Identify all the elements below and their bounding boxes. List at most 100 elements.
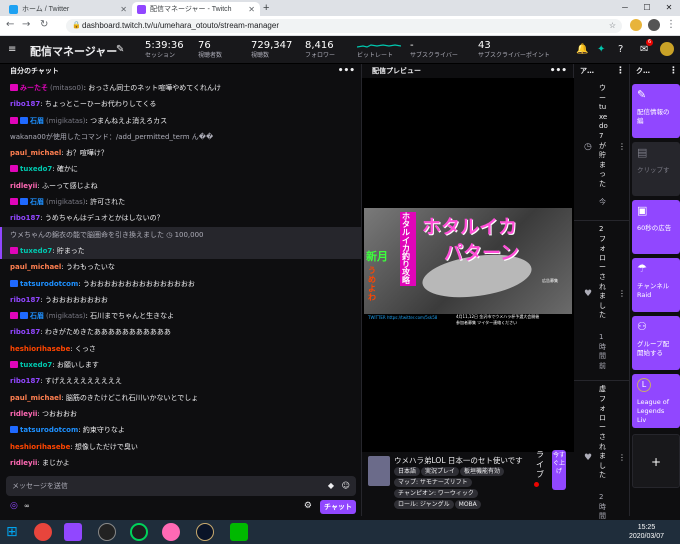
edit-pencil-icon[interactable]: ✎	[116, 44, 124, 55]
chrome-icon[interactable]	[34, 523, 52, 541]
bell-icon[interactable]: 🔔	[576, 44, 588, 55]
chat-username[interactable]: 石眉	[30, 312, 44, 320]
browser-menu-icon[interactable]: ⋮	[666, 19, 676, 30]
vip-badge-icon[interactable]	[10, 84, 18, 91]
league-taskbar-icon[interactable]	[196, 523, 214, 541]
extension-icon[interactable]	[630, 19, 642, 31]
chat-username[interactable]: paul_michael	[10, 263, 61, 271]
stream-video-player[interactable]: ホタルイカ釣り攻略 ホタルイカ パターン 新月 うめよわ 広告募集 TWITTE…	[362, 78, 574, 452]
stream-title[interactable]: ウメハラ弟LOL 日本一のセト使いです	[394, 455, 534, 466]
sub-badge-icon[interactable]	[10, 279, 18, 287]
vip-badge-icon[interactable]	[10, 116, 18, 124]
chat-settings-icon[interactable]: ⚙	[304, 501, 312, 511]
chat-username[interactable]: ribo187	[10, 377, 40, 385]
new-tab-button[interactable]: +	[263, 2, 269, 14]
sub-badge-icon[interactable]	[20, 312, 28, 320]
chat-message-list[interactable]: みーたそ (mitaso0): おっさん同士のネット喧嘩やめてくれんけ ribo18…	[0, 80, 362, 471]
chat-message[interactable]: ribo187: わきがためきたあああああああああああ	[0, 324, 362, 340]
channel-points-icon[interactable]: ◎	[10, 501, 18, 511]
chat-username[interactable]: tatsurodotcom	[20, 426, 78, 434]
activity-item[interactable]: ♥ 2 フォロー されました 1時間前 ⋮	[574, 220, 630, 370]
chat-username[interactable]: ridleyii	[10, 459, 37, 467]
close-window-icon[interactable]: ✕	[658, 0, 680, 16]
chat-message[interactable]: 石眉 (migikatas): つまんねえよ消えろカス	[0, 113, 362, 129]
more-options-icon[interactable]: ⋮	[616, 64, 625, 78]
chat-username[interactable]: tuxedo7	[20, 165, 52, 173]
chat-username[interactable]: heshiorihasebe	[10, 345, 70, 353]
chat-system-message[interactable]: ウメちゃんの錦衣の能で脳圏命を引き換えました ◷ 100,000	[0, 226, 362, 243]
vip-badge-icon[interactable]	[10, 246, 18, 254]
stream-tag[interactable]: 実況プレイ	[421, 467, 460, 476]
line-app-icon[interactable]	[230, 523, 248, 541]
chat-message[interactable]: ridleyii: まじかよ	[0, 455, 362, 471]
forward-icon[interactable]: →	[22, 19, 30, 30]
sub-badge-icon[interactable]	[20, 198, 28, 206]
more-options-icon[interactable]: ⋮	[618, 142, 626, 151]
more-options-icon[interactable]: ⋮	[669, 64, 678, 78]
twitch-taskbar-icon[interactable]	[64, 523, 82, 541]
chat-message[interactable]: ribo187: うめちゃんはデュオとかはしないの？	[0, 210, 362, 226]
chat-username[interactable]: 石眉	[30, 198, 44, 206]
chat-message[interactable]: ribo187: すげえええええええええ	[0, 373, 362, 389]
activity-item[interactable]: ♥ 虚 フォロー されました 2時間前 ⋮	[574, 380, 630, 530]
bookmark-star-icon[interactable]: ☆	[609, 19, 616, 33]
chat-message[interactable]: ridleyii: ふーって感じよね	[0, 178, 362, 194]
chat-username[interactable]: paul_michael	[10, 149, 61, 157]
chat-username[interactable]: みーたそ	[20, 84, 48, 92]
quick-action-run-ad[interactable]: ▣ 60秒の広告	[632, 200, 680, 254]
system-clock[interactable]: 15:25 2020/03/07	[629, 523, 664, 541]
chat-send-button[interactable]: チャット	[320, 500, 356, 514]
chat-username[interactable]: tuxedo7	[20, 361, 52, 369]
chat-message[interactable]: ribo187: うおおおおおおおお	[0, 292, 362, 308]
green-app-icon[interactable]	[130, 523, 148, 541]
tab-stream-manager[interactable]: 配信マネージャー - Twitch ✕	[132, 2, 260, 16]
close-tab-icon[interactable]: ✕	[120, 5, 127, 14]
stream-tag[interactable]: ロール: ジャングル	[394, 500, 454, 509]
sub-badge-icon[interactable]	[20, 116, 28, 124]
vip-badge-icon[interactable]	[10, 198, 18, 206]
minimize-icon[interactable]: ─	[614, 0, 636, 16]
chat-username[interactable]: ribo187	[10, 328, 40, 336]
chat-username[interactable]: ribo187	[10, 296, 40, 304]
chat-message[interactable]: tatsurodotcom: 約束守りなよ	[0, 422, 362, 438]
more-options-icon[interactable]: ⋮	[618, 289, 626, 298]
profile-avatar[interactable]	[648, 19, 660, 31]
chat-message[interactable]: 石眉 (migikatas): 許可された	[0, 194, 362, 210]
sparkle-icon[interactable]: ✦	[597, 44, 605, 55]
chat-username[interactable]: tuxedo7	[20, 247, 52, 255]
quick-action-lol-extension[interactable]: L League of Legends Liv	[632, 374, 680, 428]
stream-tag[interactable]: 日本語	[394, 467, 421, 476]
obs-icon[interactable]	[98, 523, 116, 541]
chat-username[interactable]: ridleyii	[10, 410, 37, 418]
chat-message[interactable]: paul_michael: うわもったいな	[0, 259, 362, 275]
reload-icon[interactable]: ↻	[40, 19, 48, 30]
chat-message[interactable]: paul_michael: 脳筋のきたけどこれ石川いかないとでしょ	[0, 390, 362, 406]
chat-message[interactable]: みーたそ (mitaso0): おっさん同士のネット喧嘩やめてくれんけ	[0, 80, 362, 96]
stream-tag[interactable]: 板垣機能有効	[460, 467, 505, 476]
chat-system-message[interactable]: wakana00が使用したコマンド：/add_permitted_term ん�…	[0, 129, 362, 145]
close-tab-icon[interactable]: ✕	[248, 5, 255, 14]
chat-input[interactable]: メッセージを送信 ◆ ☺	[6, 476, 356, 496]
chat-message[interactable]: tuxedo7: 貯まった	[0, 242, 362, 260]
chat-message[interactable]: ribo187: ちょっとこーひーお代わりしてくる	[0, 96, 362, 112]
more-options-icon[interactable]: ⋮	[618, 453, 626, 462]
chat-username[interactable]: heshiorihasebe	[10, 443, 70, 451]
tab-twitter-home[interactable]: ホーム / Twitter ✕	[4, 2, 132, 16]
chat-username[interactable]: 石眉	[30, 117, 44, 125]
chat-username[interactable]: ribo187	[10, 100, 40, 108]
sub-badge-icon[interactable]	[10, 426, 18, 434]
go-live-button[interactable]: 今すぐ上げ	[552, 450, 566, 490]
windows-start-icon[interactable]: ⊞	[6, 523, 24, 541]
chat-username[interactable]: ridleyii	[10, 182, 37, 190]
help-icon[interactable]: ?	[618, 44, 623, 55]
chat-username[interactable]: ribo187	[10, 214, 40, 222]
add-quick-action-button[interactable]: +	[632, 434, 680, 488]
chat-message[interactable]: tatsurodotcom: うおおおおおおおおおおおおおおお	[0, 276, 362, 292]
quick-action-raid[interactable]: ☂ チャンネルRaid	[632, 258, 680, 312]
chat-message[interactable]: heshiorihasebe: 想像しただけで臭い	[0, 439, 362, 455]
chat-message[interactable]: 石眉 (migikatas): 石川までちゃんと生きなよ	[0, 308, 362, 324]
vip-badge-icon[interactable]	[10, 165, 18, 173]
quick-action-squad-stream[interactable]: ⚇ グループ配開始する	[632, 316, 680, 370]
quick-action-edit-stream-info[interactable]: ✎ 配信情報の編	[632, 84, 680, 138]
stream-tag[interactable]: マップ: サモナーズリフト	[394, 478, 472, 487]
